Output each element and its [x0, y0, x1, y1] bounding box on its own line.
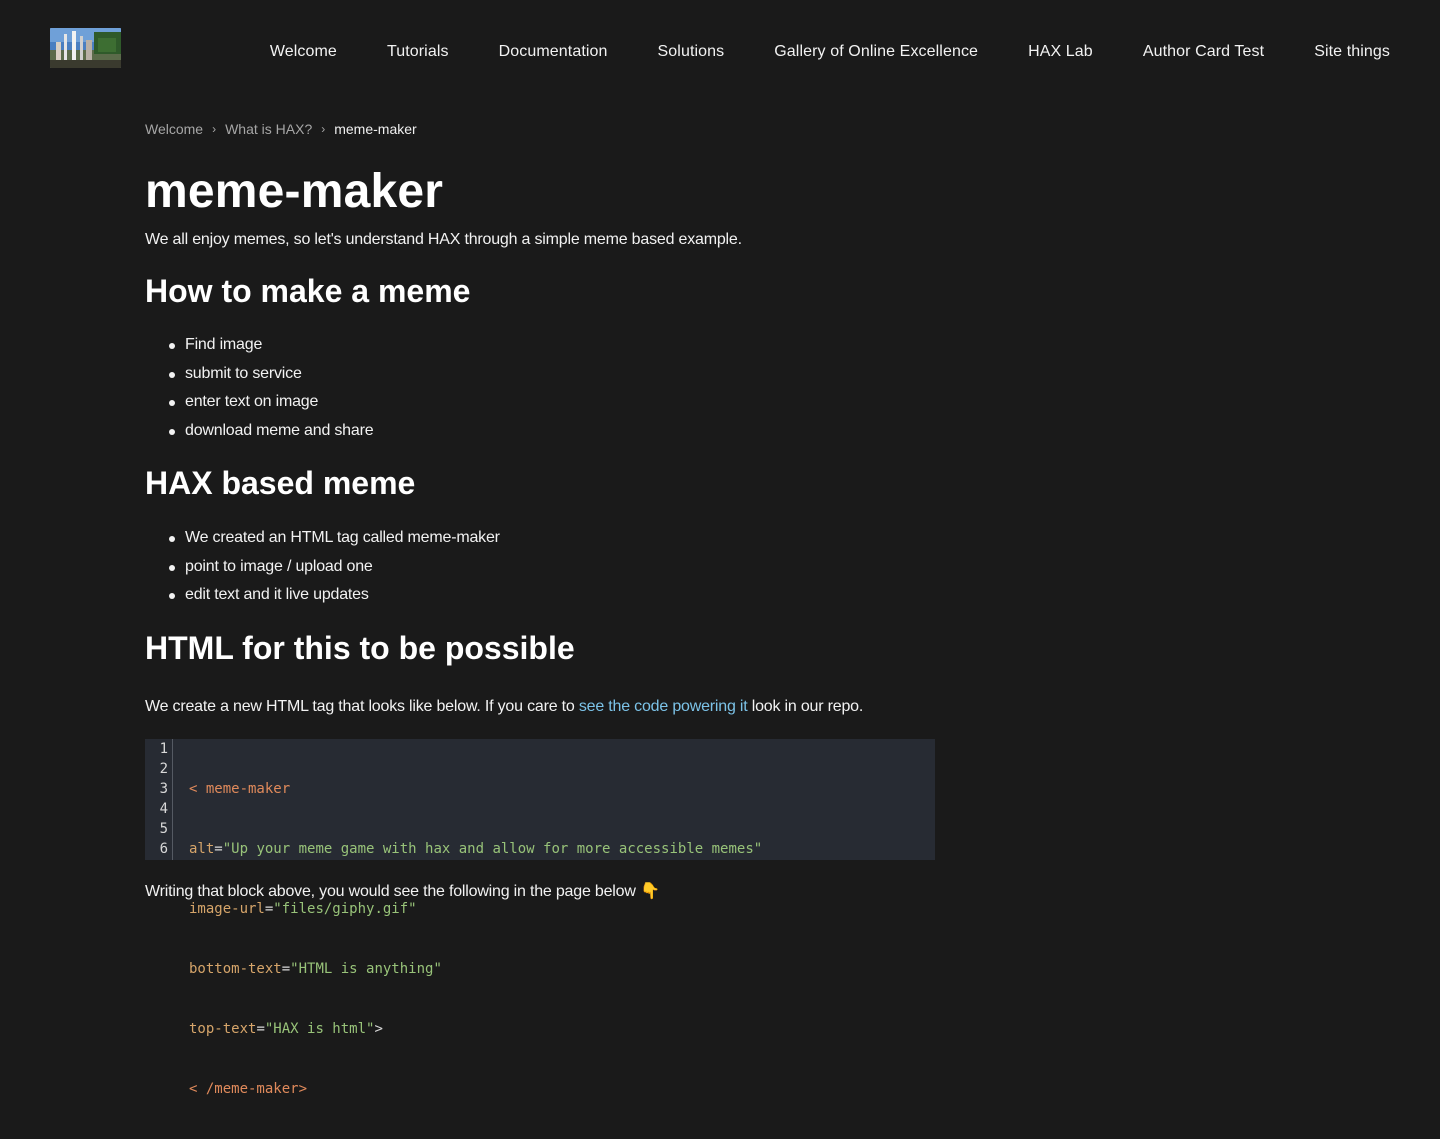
- repo-paragraph: We create a new HTML tag that looks like…: [145, 695, 945, 719]
- list-item: download meme and share: [169, 417, 945, 446]
- page-title: meme-maker: [145, 165, 444, 218]
- code-tag: < /meme-maker>: [189, 1080, 308, 1097]
- breadcrumb-item-what-is-hax[interactable]: What is HAX?: [225, 118, 312, 140]
- code-block: 1 2 3 4 5 6 < meme-maker alt="Up your me…: [145, 738, 935, 1097]
- breadcrumb-current: meme-maker: [334, 121, 417, 137]
- code-eq: =: [256, 1020, 265, 1037]
- intro-text: We all enjoy memes, so let's understand …: [145, 231, 742, 248]
- code-eq: =: [214, 840, 223, 857]
- hax-list: We created an HTML tag called meme-maker…: [145, 524, 945, 610]
- main-content: Welcome › What is HAX? › meme-maker meme…: [145, 118, 945, 1097]
- code-attr: alt: [189, 840, 215, 857]
- code-eq: =: [281, 960, 291, 977]
- section-heading-hax-based: HAX based meme: [145, 464, 416, 501]
- nav-item-welcome[interactable]: Welcome: [270, 41, 337, 63]
- repo-text-before: We create a new HTML tag that looks like…: [145, 697, 579, 715]
- nav-item-site-things[interactable]: Site things: [1314, 41, 1390, 63]
- nav-item-tutorials[interactable]: Tutorials: [387, 41, 449, 63]
- nav-item-solutions[interactable]: Solutions: [658, 41, 725, 63]
- code-line-numbers: 1 2 3 4 5 6: [145, 738, 173, 860]
- breadcrumb-separator-icon: ›: [321, 122, 326, 136]
- nav-item-author-card-test[interactable]: Author Card Test: [1143, 41, 1264, 63]
- line-number: 3: [159, 780, 168, 797]
- section-heading-html-possible: HTML for this to be possible: [145, 629, 575, 666]
- line-number: 2: [159, 760, 168, 777]
- logo-image-icon: [50, 28, 121, 68]
- code-line: top-text="HAX is html">: [189, 1019, 762, 1039]
- nav-item-documentation[interactable]: Documentation: [499, 41, 608, 63]
- code-line: alt="Up your meme game with hax and allo…: [189, 839, 762, 859]
- code-line: < meme-maker: [189, 779, 762, 799]
- list-item: point to image / upload one: [169, 553, 945, 582]
- code-attr: top-text: [189, 1020, 257, 1037]
- site-logo[interactable]: [50, 28, 121, 68]
- list-item: submit to service: [169, 360, 945, 389]
- code-attr: bottom-text: [189, 960, 282, 977]
- code-string: "Up your meme game with hax and allow fo…: [222, 840, 763, 857]
- code-tag: < meme-maker: [189, 780, 291, 797]
- how-to-list: Find image submit to service enter text …: [145, 331, 945, 446]
- after-code-text: Writing that block above, you would see …: [145, 882, 660, 900]
- repo-text-after: look in our repo.: [747, 697, 864, 715]
- top-bar: Welcome Tutorials Documentation Solution…: [0, 0, 1440, 104]
- list-item: edit text and it live updates: [169, 581, 945, 610]
- code-string: "HTML is anything": [290, 960, 442, 977]
- line-number: 6: [159, 840, 168, 857]
- line-number: 1: [159, 740, 168, 757]
- code-lines: < meme-maker alt="Up your meme game with…: [173, 739, 762, 1097]
- breadcrumb: Welcome › What is HAX? › meme-maker: [145, 118, 945, 140]
- section-heading-how-to-make: How to make a meme: [145, 273, 471, 309]
- code-repo-link[interactable]: see the code powering it: [579, 698, 748, 715]
- breadcrumb-item-welcome[interactable]: Welcome: [145, 118, 203, 140]
- line-number: 4: [159, 800, 168, 817]
- list-item: enter text on image: [169, 388, 945, 417]
- breadcrumb-separator-icon: ›: [212, 122, 217, 136]
- nav-item-gallery[interactable]: Gallery of Online Excellence: [774, 41, 978, 63]
- code-line: bottom-text="HTML is anything": [189, 959, 762, 979]
- list-item: Find image: [169, 331, 945, 360]
- main-nav: Welcome Tutorials Documentation Solution…: [270, 41, 1390, 63]
- code-line: < /meme-maker>: [189, 1079, 762, 1099]
- code-string: "HAX is html": [264, 1020, 375, 1037]
- code-close: >: [374, 1020, 383, 1037]
- nav-item-hax-lab[interactable]: HAX Lab: [1028, 41, 1093, 63]
- line-number: 5: [159, 820, 168, 837]
- list-item: We created an HTML tag called meme-maker: [169, 524, 945, 553]
